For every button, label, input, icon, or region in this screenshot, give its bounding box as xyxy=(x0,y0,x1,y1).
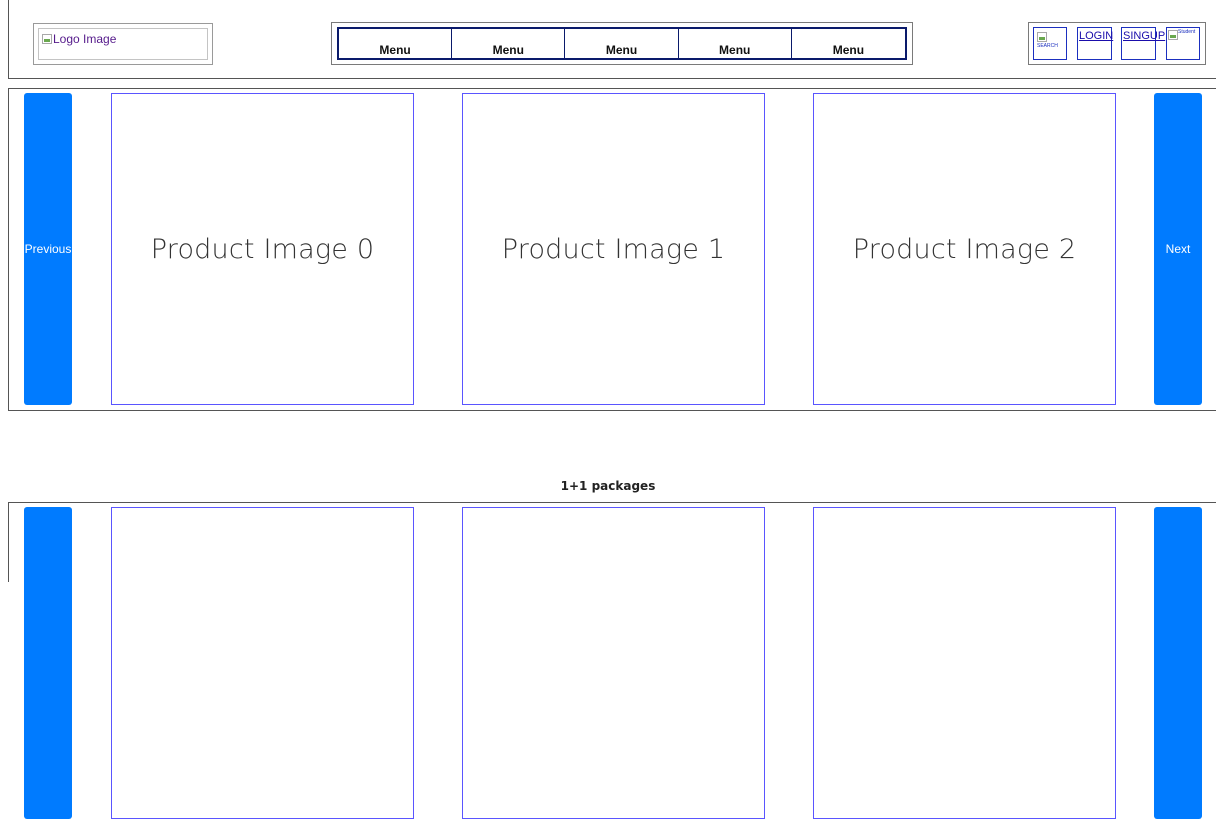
package-previous-button[interactable] xyxy=(24,507,72,819)
main-nav-bar: Menu Menu Menu Menu Menu xyxy=(337,27,907,60)
product-carousel: Previous Product Image 0 Product Image 1… xyxy=(8,88,1216,411)
package-card-1[interactable] xyxy=(462,507,765,819)
package-carousel xyxy=(8,502,1216,819)
menu-item-5[interactable]: Menu xyxy=(792,29,905,58)
site-header: Logo Image Menu Menu Menu Menu Menu SEAR… xyxy=(8,0,1216,79)
search-caption: SEARCH xyxy=(1037,43,1058,49)
package-card-2[interactable] xyxy=(813,507,1116,819)
main-nav: Menu Menu Menu Menu Menu xyxy=(331,22,913,65)
search-button[interactable]: SEARCH xyxy=(1033,27,1067,60)
student-button[interactable]: Student xyxy=(1166,27,1200,60)
section-title: 1+1 packages xyxy=(560,479,656,493)
utility-nav: SEARCH LOGIN SINGUP Student xyxy=(1028,22,1206,65)
product-card-2[interactable]: Product Image 2 xyxy=(813,93,1116,405)
student-icon xyxy=(1168,30,1178,40)
login-link[interactable]: LOGIN xyxy=(1077,27,1113,60)
previous-button[interactable]: Previous xyxy=(24,93,72,405)
menu-item-1[interactable]: Menu xyxy=(339,29,453,58)
signup-link[interactable]: SINGUP xyxy=(1121,27,1165,60)
package-card-0[interactable] xyxy=(111,507,414,819)
next-button[interactable]: Next xyxy=(1154,93,1202,405)
package-next-button[interactable] xyxy=(1154,507,1202,819)
student-caption: Student xyxy=(1178,29,1196,35)
menu-item-4[interactable]: Menu xyxy=(679,29,792,58)
product-card-0[interactable]: Product Image 0 xyxy=(111,93,414,405)
broken-image-icon xyxy=(42,34,52,44)
menu-item-3[interactable]: Menu xyxy=(565,29,679,58)
product-card-1[interactable]: Product Image 1 xyxy=(462,93,765,405)
logo-container[interactable]: Logo Image xyxy=(33,23,213,65)
logo-image[interactable]: Logo Image xyxy=(38,28,208,60)
search-icon xyxy=(1037,32,1047,42)
logo-alt-text: Logo Image xyxy=(53,32,117,46)
menu-item-2[interactable]: Menu xyxy=(452,29,566,58)
